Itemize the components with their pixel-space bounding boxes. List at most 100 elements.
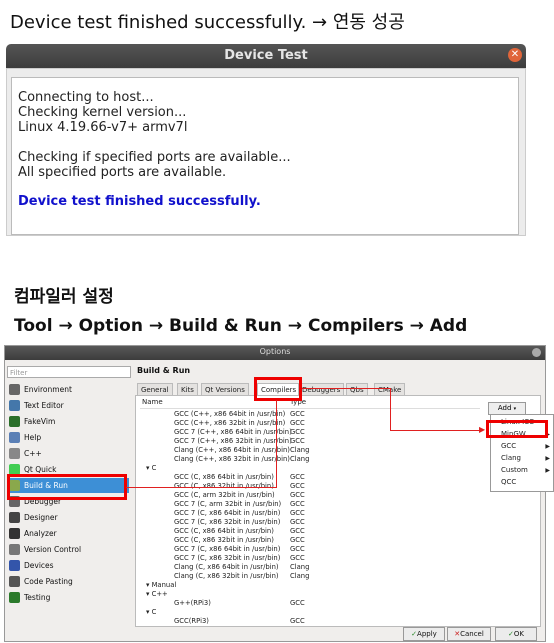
sidebar-item-label: Designer (24, 513, 58, 522)
compiler-type: GCC (290, 437, 305, 445)
compiler-name: GCC (C++, x86 32bit in /usr/bin) (174, 419, 286, 427)
filter-input[interactable]: Filter (7, 366, 131, 378)
compiler-name: Clang (C, x86 64bit in /usr/bin) (174, 563, 279, 571)
compiler-type: Clang (290, 446, 310, 454)
compiler-name: ▾ C++ (146, 590, 168, 598)
highlight-mingw (486, 420, 548, 438)
sidebar-item-label: Help (24, 433, 42, 442)
add-label: Add (497, 404, 512, 412)
sidebar-item[interactable]: Environment (7, 382, 129, 397)
sidebar-item-label: FakeVim (24, 417, 56, 426)
tree-group[interactable]: ▾ C++ (146, 590, 168, 598)
tree-group[interactable]: ▾ Manual (146, 581, 176, 589)
tree-row[interactable]: GCC (C, x86 32bit in /usr/bin) (174, 482, 274, 490)
tree-row[interactable]: GCC 7 (C++, x86 32bit in /usr/bin) (174, 437, 292, 445)
sidebar-item[interactable]: C++ (7, 446, 129, 461)
add-menu-item[interactable]: Clang ▶ (491, 453, 553, 464)
sidebar-item[interactable]: Code Pasting (7, 574, 129, 589)
add-menu-item[interactable]: QCC (491, 477, 553, 488)
compiler-name: GCC (C, arm 32bit in /usr/bin) (174, 491, 275, 499)
cancel-button[interactable]: ✕Cancel (447, 627, 491, 641)
close-icon[interactable]: ✕ (508, 48, 522, 62)
compiler-type: GCC (290, 617, 305, 625)
compiler-type: GCC (290, 527, 305, 535)
compiler-type: GCC (290, 518, 305, 526)
sidebar-item-label: Devices (24, 561, 54, 570)
tree-row[interactable]: GCC 7 (C++, x86 64bit in /usr/bin) (174, 428, 292, 436)
sidebar-item[interactable]: Devices (7, 558, 129, 573)
submenu-arrow-icon: ▶ (545, 455, 550, 462)
designer-icon (9, 512, 20, 523)
compiler-name: Clang (C++, x86 32bit in /usr/bin) (174, 455, 290, 463)
devices-icon (9, 560, 20, 571)
tree-row[interactable]: GCC (C++, x86 32bit in /usr/bin) (174, 419, 285, 427)
code-pasting-icon (9, 576, 20, 587)
device-test-log: Connecting to host... Checking kernel ve… (11, 77, 519, 235)
annotation-line (390, 430, 482, 431)
tree-row[interactable]: GCC (C++, x86 64bit in /usr/bin) (174, 410, 285, 418)
sidebar-item[interactable]: Text Editor (7, 398, 129, 413)
sidebar-item-label: Testing (24, 593, 51, 602)
heading-compiler-settings: 컴파일러 설정 (14, 287, 114, 307)
sidebar-item[interactable]: Analyzer (7, 526, 129, 541)
compiler-type: GCC (290, 599, 305, 607)
cancel-label: Cancel (460, 630, 484, 638)
tree-row[interactable]: GCC (C, x86 64bit in /usr/bin) (174, 473, 274, 481)
tree-row[interactable]: GCC(RPi3) (174, 617, 209, 625)
tree-group[interactable]: ▾ C (146, 464, 156, 472)
highlight-build-run (7, 474, 127, 500)
compiler-name: GCC 7 (C++, x86 64bit in /usr/bin) (174, 428, 292, 436)
tree-row[interactable]: GCC 7 (C, x86 64bit in /usr/bin) (174, 545, 280, 553)
tree-row[interactable]: Clang (C++, x86 32bit in /usr/bin) (174, 455, 290, 463)
compiler-name: Clang (C++, x86 64bit in /usr/bin) (174, 446, 290, 454)
text-editor-icon (9, 400, 20, 411)
sidebar-item-label: C++ (24, 449, 42, 458)
tree-row[interactable]: GCC (C, arm 32bit in /usr/bin) (174, 491, 275, 499)
ok-button[interactable]: ✓OK (495, 627, 537, 641)
tree-row[interactable]: Clang (C++, x86 64bit in /usr/bin) (174, 446, 290, 454)
tree-row[interactable]: GCC 7 (C, x86 32bit in /usr/bin) (174, 518, 280, 526)
tree-row[interactable]: G++(RPi3) (174, 599, 211, 607)
tree-row[interactable]: GCC 7 (C, arm 32bit in /usr/bin) (174, 500, 281, 508)
menu-item-label: QCC (501, 478, 517, 486)
version-control-icon (9, 544, 20, 555)
tree-row[interactable]: GCC (C, x86 64bit in /usr/bin) (174, 527, 274, 535)
tree-row[interactable]: GCC (C, x86 32bit in /usr/bin) (174, 536, 274, 544)
apply-button[interactable]: ✓Apply (403, 627, 445, 641)
menu-item-label: Clang (501, 454, 522, 462)
submenu-arrow-icon: ▶ (545, 467, 550, 474)
sidebar-item[interactable]: Testing (7, 590, 129, 605)
tree-group[interactable]: ▾ C (146, 608, 156, 616)
apply-label: Apply (417, 630, 437, 638)
compiler-name: GCC 7 (C, x86 64bit in /usr/bin) (174, 545, 281, 553)
compiler-name: GCC 7 (C, x86 32bit in /usr/bin) (174, 518, 281, 526)
add-menu-item[interactable]: GCC ▶ (491, 441, 553, 452)
device-test-body: Connecting to host... Checking kernel ve… (6, 68, 526, 236)
column-name-header: Name (142, 398, 163, 406)
tree-row[interactable]: GCC 7 (C, x86 64bit in /usr/bin) (174, 509, 280, 517)
tree-row[interactable]: Clang (C, x86 64bit in /usr/bin) (174, 563, 279, 571)
sidebar-item[interactable]: Designer (7, 510, 129, 525)
compiler-type: GCC (290, 545, 305, 553)
compiler-type: GCC (290, 482, 305, 490)
tree-row[interactable]: Clang (C, x86 32bit in /usr/bin) (174, 572, 279, 580)
sidebar-item-label: Text Editor (24, 401, 64, 410)
sidebar-item[interactable]: Version Control (7, 542, 129, 557)
log-line: Linux 4.19.66-v7+ armv7l (18, 120, 188, 135)
compiler-name: GCC (C++, x86 64bit in /usr/bin) (174, 410, 286, 418)
compiler-type: GCC (290, 536, 305, 544)
compiler-name: GCC 7 (C++, x86 32bit in /usr/bin) (174, 437, 292, 445)
sidebar-item[interactable]: FakeVim (7, 414, 129, 429)
add-menu-item[interactable]: Custom ▶ (491, 465, 553, 476)
sidebar-item-label: Code Pasting (24, 577, 73, 586)
tree-row[interactable]: GCC 7 (C, x86 32bit in /usr/bin) (174, 554, 280, 562)
compiler-type: Clang (290, 563, 310, 571)
compiler-type: GCC (290, 554, 305, 562)
tree-header: Name Type (140, 398, 480, 409)
sidebar-item-label: Version Control (24, 545, 82, 554)
sidebar-item[interactable]: Help (7, 430, 129, 445)
menu-item-label: GCC (501, 442, 517, 450)
compiler-type: GCC (290, 419, 305, 427)
device-test-titlebar: Device Test ✕ (6, 44, 526, 68)
close-icon[interactable] (532, 348, 541, 357)
